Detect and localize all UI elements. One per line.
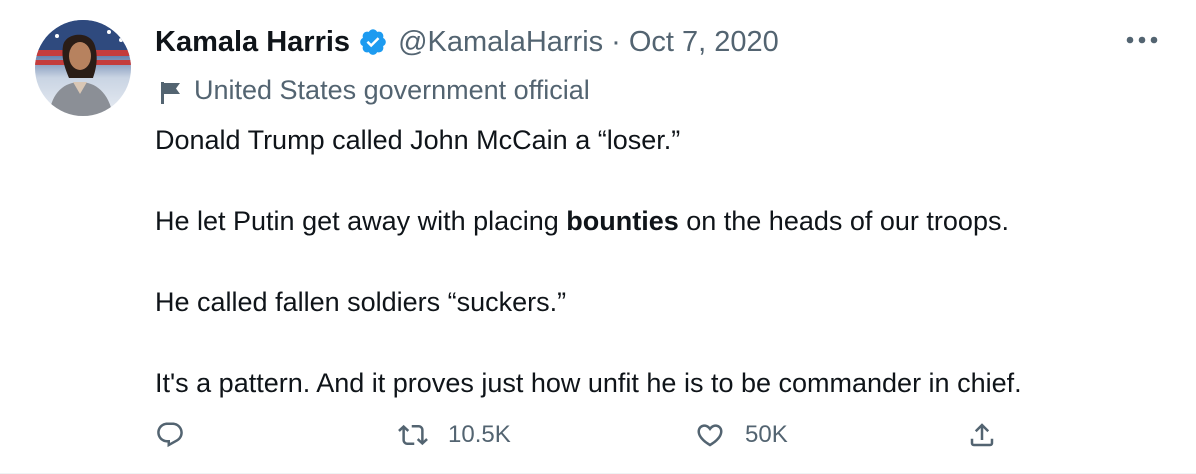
verified-badge-icon [358,27,388,57]
separator-dot: · [611,26,621,58]
more-options-icon[interactable] [1122,24,1162,56]
tweet-line: He called fallen soldiers “suckers.” [155,287,567,317]
tweet-header: Kamala Harris @KamalaHarris · Oct 7, 202… [155,22,779,62]
retweet-count: 10.5K [448,421,511,448]
tweet-card[interactable]: Kamala Harris @KamalaHarris · Oct 7, 202… [0,0,1196,474]
tweet-line: Donald Trump called John McCain a “loser… [155,125,681,155]
retweet-icon [398,424,428,446]
share-icon [970,423,994,447]
retweet-button[interactable]: 10.5K [398,420,511,450]
tweet-date[interactable]: Oct 7, 2020 [629,22,779,62]
tweet-line: He let Putin get away with placing bount… [155,206,1009,236]
like-icon [697,424,723,447]
tweet-line: It's a pattern. And it proves just how u… [155,368,1022,398]
like-button[interactable]: 50K [695,420,788,450]
reply-button[interactable] [155,420,185,450]
action-bar: 10.5K 50K [155,420,1155,460]
author-handle[interactable]: @KamalaHarris [398,22,603,62]
tweet-text: Donald Trump called John McCain a “loser… [155,120,1155,444]
author-name[interactable]: Kamala Harris [155,22,350,62]
share-button[interactable] [967,420,997,450]
flag-icon [160,78,182,104]
like-count: 50K [745,421,788,448]
avatar[interactable] [35,20,131,116]
bold-word: bounties [566,206,679,236]
government-label[interactable]: United States government official [160,72,590,108]
reply-icon [157,422,183,448]
government-label-text: United States government official [194,75,590,105]
